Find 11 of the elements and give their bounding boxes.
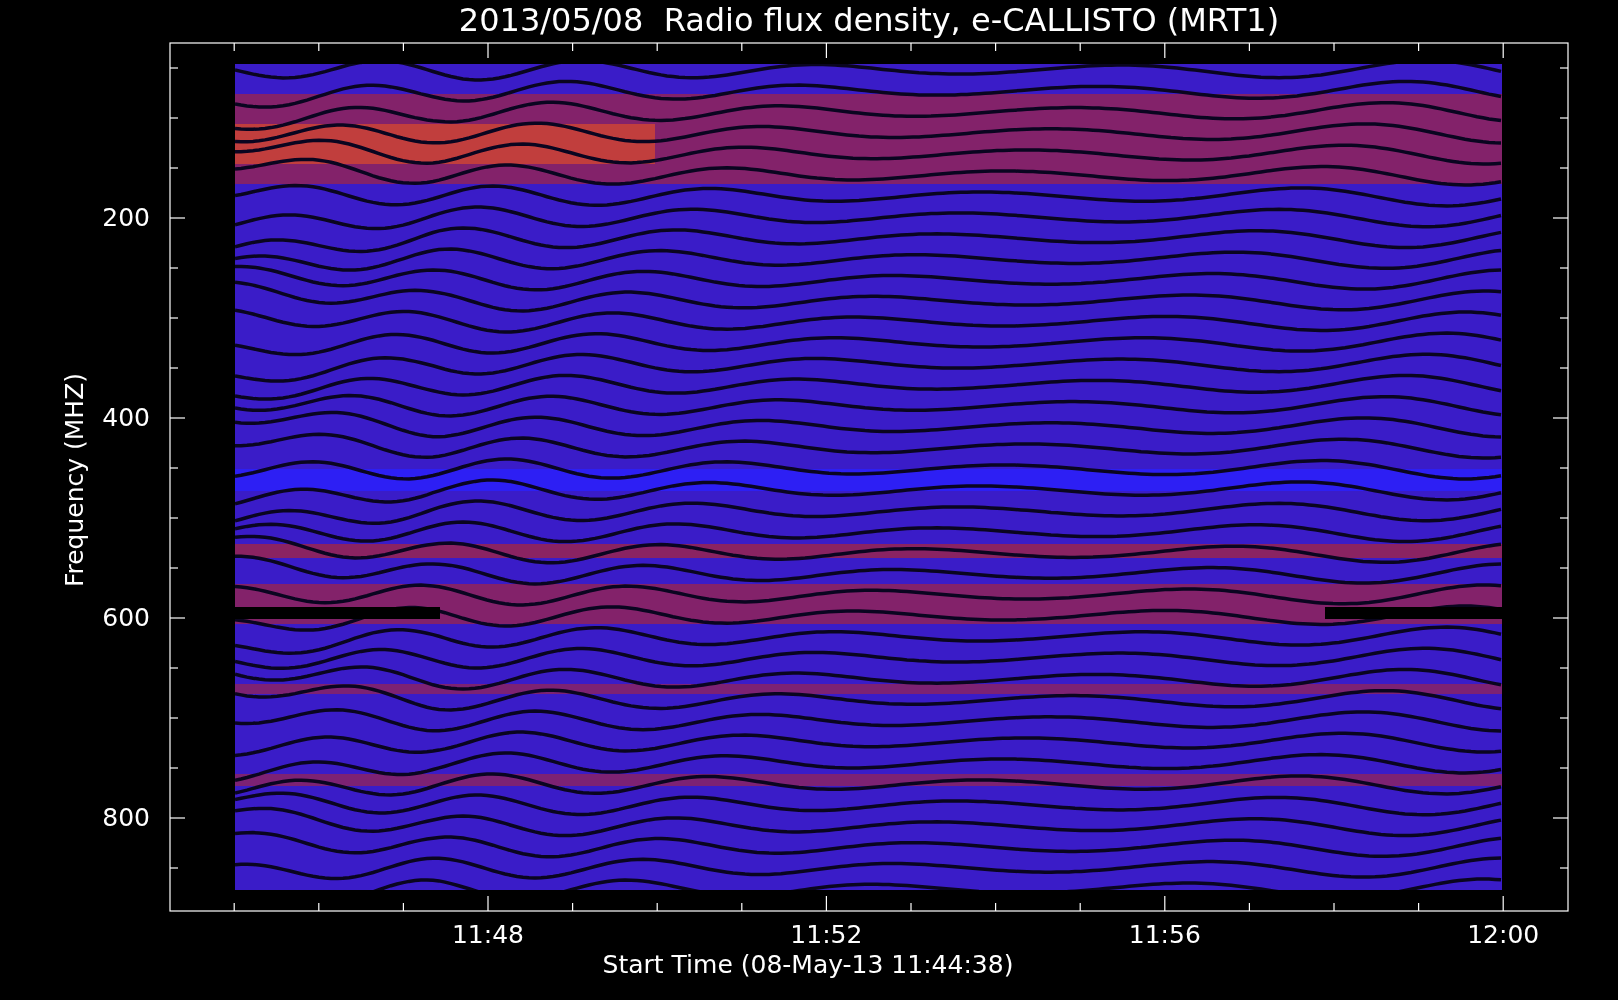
tick-label: 11:48 xyxy=(450,920,525,950)
tick-label: 400 xyxy=(101,403,150,433)
axis-label: Start Time (08-May-13 11:44:38) xyxy=(601,950,1015,980)
axis-label: Frequency (MHZ) xyxy=(60,371,90,590)
tick-label: 11:52 xyxy=(789,920,864,950)
tick-label: 600 xyxy=(101,603,150,633)
tick-label: 11:56 xyxy=(1127,920,1202,950)
chart-title: 2013/05/08 Radio flux density, e-CALLISTO (MRT1) xyxy=(457,0,1281,40)
tick-label: 12:00 xyxy=(1466,920,1541,950)
tick-label: 800 xyxy=(101,803,150,833)
tick-label: 200 xyxy=(101,203,150,233)
